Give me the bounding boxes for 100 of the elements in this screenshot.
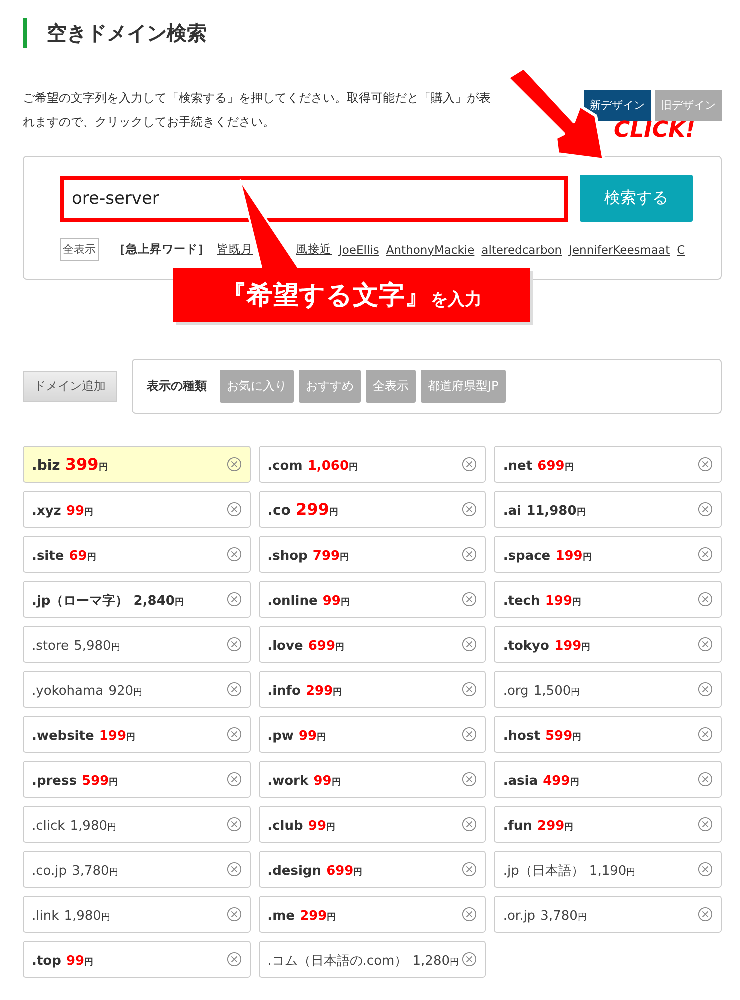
remove-icon[interactable] [226,727,242,742]
domain-card[interactable]: .co 299円 [258,491,486,528]
remove-icon[interactable] [462,547,478,562]
domain-card[interactable]: .com 1,060円 [258,446,486,483]
domain-card[interactable]: .host 599円 [494,716,722,753]
domain-card[interactable]: .site 69円 [23,536,251,573]
remove-icon[interactable] [226,907,242,922]
domain-name: .love [268,639,304,654]
remove-icon[interactable] [226,862,242,877]
domain-name: .tech [503,594,540,609]
domain-card[interactable]: .fun 299円 [494,806,722,843]
domain-card[interactable]: .xyz 99円 [23,491,251,528]
domain-name: .com [268,459,303,474]
remove-icon[interactable] [698,907,713,922]
add-domain-button[interactable]: ドメイン追加 [23,371,117,402]
domain-card[interactable]: .biz 399円 [23,446,251,483]
trending-link[interactable]: 皆既月 [217,242,253,257]
price-unit: 円 [332,778,341,788]
trending-link[interactable]: C [677,242,686,256]
domain-name: .click [32,819,66,834]
domain-card[interactable]: .jp（日本語） 1,190円 [494,851,722,888]
domain-card[interactable]: .store 5,980円 [23,626,251,663]
domain-name: .website [32,729,94,744]
remove-icon[interactable] [698,727,713,742]
domain-card[interactable]: .click 1,980円 [23,806,251,843]
domain-card[interactable]: .org 1,500円 [494,671,722,708]
trending-link[interactable]: alteredcarbon [482,242,562,256]
remove-icon[interactable] [462,817,478,832]
trending-link[interactable]: JoeEllis [339,242,380,256]
remove-icon[interactable] [226,637,242,652]
remove-icon[interactable] [698,817,713,832]
remove-icon[interactable] [698,862,713,877]
domain-card[interactable]: .work 99円 [258,761,486,798]
domain-card[interactable]: .website 199円 [23,716,251,753]
remove-icon[interactable] [226,457,242,472]
domain-price: 69 [69,549,88,564]
price-unit: 円 [576,508,586,518]
price-unit: 円 [87,553,96,563]
domain-card[interactable]: .pw 99円 [258,716,486,753]
remove-icon[interactable] [226,547,242,562]
show-all-button[interactable]: 全表示 [60,238,99,261]
remove-icon[interactable] [698,502,713,517]
remove-icon[interactable] [462,907,478,922]
domain-price: 1,190 [589,864,627,878]
trending-link[interactable]: AnthonyMackie [386,242,475,256]
remove-icon[interactable] [226,772,242,787]
domain-card[interactable]: .net 699円 [494,446,722,483]
domain-card[interactable]: .tokyo 199円 [494,626,722,663]
page-title: 空きドメイン検索 [23,18,722,48]
domain-card[interactable]: .love 699円 [258,626,486,663]
domain-card[interactable]: .me 299円 [258,896,486,933]
domain-card[interactable]: .ai 11,980円 [494,491,722,528]
remove-icon[interactable] [462,727,478,742]
remove-icon[interactable] [462,862,478,877]
domain-price: 399 [65,455,99,474]
domain-card[interactable]: .design 699円 [258,851,486,888]
domain-card[interactable]: .shop 799円 [258,536,486,573]
domain-card[interactable]: .club 99円 [258,806,486,843]
domain-card[interactable]: .yokohama 920円 [23,671,251,708]
remove-icon[interactable] [462,502,478,517]
domain-card[interactable]: .or.jp 3,780円 [494,896,722,933]
remove-icon[interactable] [698,772,713,787]
design-button[interactable]: 新デザイン [584,90,651,121]
remove-icon[interactable] [462,637,478,652]
domain-card[interactable]: .press 599円 [23,761,251,798]
domain-card[interactable]: .tech 199円 [494,581,722,618]
domain-card[interactable]: .link 1,980円 [23,896,251,933]
remove-icon[interactable] [226,502,242,517]
domain-card[interactable]: .top 99円 [23,941,251,978]
remove-icon[interactable] [698,637,713,652]
price-unit: 円 [317,733,326,743]
remove-icon[interactable] [462,457,478,472]
trending-link[interactable]: 風接近 [296,242,332,257]
domain-price: 599 [546,729,573,744]
remove-icon[interactable] [698,457,713,472]
trending-link[interactable]: JenniferKeesmaat [569,242,670,256]
price-unit: 円 [564,823,574,833]
domain-card[interactable]: .space 199円 [494,536,722,573]
remove-icon[interactable] [698,547,713,562]
domain-card[interactable]: .info 299円 [258,671,486,708]
domain-card[interactable]: .co.jp 3,780円 [23,851,251,888]
remove-icon[interactable] [698,592,713,607]
domain-card[interactable]: .jp（ローマ字） 2,840円 [23,581,251,618]
remove-icon[interactable] [462,682,478,697]
remove-icon[interactable] [698,682,713,697]
search-field[interactable]: ore-server [60,176,568,222]
remove-icon[interactable] [226,682,242,697]
domain-card[interactable]: .asia 499円 [494,761,722,798]
remove-icon[interactable] [226,952,242,967]
remove-icon[interactable] [462,592,478,607]
remove-icon[interactable] [226,592,242,607]
domain-card[interactable]: .コム（日本語の.com） 1,280円 [258,941,486,978]
remove-icon[interactable] [226,817,242,832]
domain-price: 99 [314,774,332,789]
domain-price: 1,980 [70,819,108,834]
price-unit: 円 [349,463,358,473]
price-unit: 円 [572,598,582,608]
remove-icon[interactable] [462,772,478,787]
domain-card[interactable]: .online 99円 [258,581,486,618]
remove-icon[interactable] [462,952,478,967]
